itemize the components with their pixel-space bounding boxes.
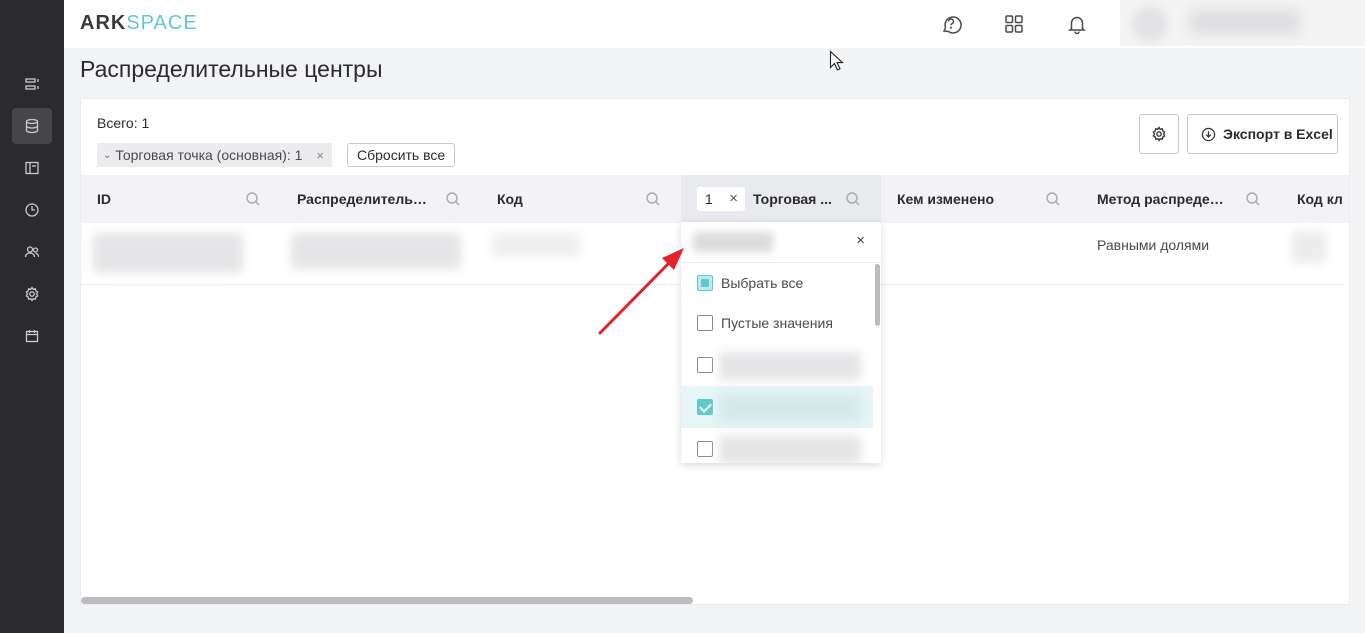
export-label: Экспорт в Excel — [1223, 126, 1333, 142]
cell-dc-name-redacted — [291, 233, 461, 269]
user-profile[interactable] — [1120, 0, 1365, 46]
cell-id-redacted — [93, 233, 243, 273]
option-label: Выбрать все — [721, 275, 804, 291]
column-header-modified-by[interactable]: Кем изменено — [881, 175, 1081, 223]
page-title: Распределительные центры — [80, 56, 383, 82]
dropdown-scrollbar[interactable] — [875, 264, 880, 326]
sidebar-item-settings[interactable] — [12, 276, 52, 312]
column-label: Распределительн... — [297, 191, 429, 207]
column-label: Метод распредел... — [1097, 191, 1229, 207]
filter-option-item[interactable] — [681, 344, 873, 386]
column-header-distribution-method[interactable]: Метод распредел... — [1081, 175, 1281, 223]
logo[interactable]: ARKSPACE — [80, 12, 198, 35]
checkbox[interactable] — [697, 315, 713, 331]
checkbox[interactable] — [697, 441, 713, 457]
help-chat-icon — [942, 16, 962, 34]
avatar — [1132, 6, 1168, 42]
mouse-cursor-icon — [829, 50, 844, 71]
filter-option-item[interactable] — [681, 428, 873, 463]
logo-text-space: SPACE — [126, 12, 198, 34]
search-icon[interactable] — [845, 191, 861, 207]
search-icon[interactable] — [445, 191, 461, 207]
active-filter-chip[interactable]: ⌄ Торговая точка (основная): 1 × — [97, 143, 333, 167]
sidebar-item-calendar[interactable] — [12, 318, 52, 354]
column-header-client-code[interactable]: Код кл — [1281, 175, 1349, 223]
table-header: ID Распределительн... Код 1 × Торговая .… — [81, 175, 1349, 223]
apps-grid-icon — [1005, 15, 1023, 33]
filter-count: 1 — [705, 191, 713, 207]
notifications-button[interactable] — [1063, 10, 1091, 38]
database-icon — [25, 118, 39, 134]
users-icon — [24, 246, 40, 258]
search-icon[interactable] — [645, 191, 661, 207]
filter-option-empty-values[interactable]: Пустые значения — [681, 302, 873, 344]
list-icon — [25, 78, 39, 90]
gear-icon — [1152, 126, 1166, 142]
checkbox[interactable] — [697, 275, 713, 291]
checkbox[interactable] — [697, 357, 713, 373]
option-label-redacted — [719, 394, 861, 422]
filter-search-input[interactable]: × — [681, 222, 881, 263]
apps-button[interactable] — [1000, 10, 1028, 38]
sidebar-item-users[interactable] — [12, 234, 52, 270]
close-icon[interactable]: × — [856, 232, 865, 249]
column-label: Торговая ... — [753, 191, 832, 207]
column-label: Код кл — [1297, 191, 1343, 207]
sidebar-item-clock[interactable] — [12, 192, 52, 228]
column-label: Кем изменено — [897, 191, 995, 207]
download-icon — [1201, 127, 1216, 141]
table-settings-button[interactable] — [1139, 114, 1179, 154]
search-icon[interactable] — [1045, 191, 1061, 207]
column-header-dc-name[interactable]: Распределительн... — [281, 175, 481, 223]
user-name-redacted — [1190, 10, 1300, 34]
sidebar-item-database[interactable] — [12, 108, 52, 144]
export-excel-button[interactable]: Экспорт в Excel — [1187, 114, 1338, 154]
column-header-code[interactable]: Код — [481, 175, 681, 223]
close-icon[interactable]: × — [316, 148, 324, 163]
column-header-store[interactable]: 1 × Торговая ... — [681, 175, 881, 223]
cell-code-redacted — [491, 233, 581, 257]
cell-client-code-redacted — [1291, 231, 1327, 263]
column-filter-dropdown: × Выбрать все Пустые значения — [681, 222, 881, 463]
help-chat-button[interactable] — [937, 10, 965, 38]
logo-text-ark: ARK — [80, 12, 127, 34]
sidebar-item-list[interactable] — [12, 66, 52, 102]
column-label: Код — [497, 191, 523, 207]
reset-all-button[interactable]: Сбросить все — [347, 143, 456, 167]
filter-chip-label: Торговая точка (основная): 1 — [115, 147, 303, 163]
column-label: ID — [97, 191, 111, 207]
calendar-icon — [25, 330, 39, 343]
option-label: Пустые значения — [721, 315, 833, 331]
top-header: ARKSPACE — [64, 0, 1365, 48]
horizontal-scrollbar[interactable] — [81, 597, 693, 604]
chevron-down-icon: ⌄ — [103, 149, 112, 161]
clock-icon — [25, 203, 39, 217]
search-icon[interactable] — [245, 191, 261, 207]
sidebar-item-layout[interactable] — [12, 150, 52, 186]
close-icon[interactable]: × — [729, 190, 738, 207]
filter-option-item[interactable] — [681, 386, 873, 428]
search-value-redacted — [693, 232, 773, 252]
layout-icon — [25, 161, 39, 175]
checkbox[interactable] — [697, 399, 713, 415]
option-label-redacted — [719, 352, 861, 380]
total-count: Всего: 1 — [97, 115, 150, 131]
option-label-redacted — [719, 436, 861, 463]
filter-option-select-all[interactable]: Выбрать все — [681, 262, 873, 304]
column-filter-badge[interactable]: 1 × — [697, 187, 745, 211]
search-icon[interactable] — [1245, 191, 1261, 207]
gear-icon — [25, 286, 39, 302]
bell-icon — [1068, 16, 1086, 35]
cell-distribution-method: Равными долями — [1097, 237, 1210, 253]
column-header-id[interactable]: ID — [81, 175, 281, 223]
sidebar — [0, 0, 64, 633]
